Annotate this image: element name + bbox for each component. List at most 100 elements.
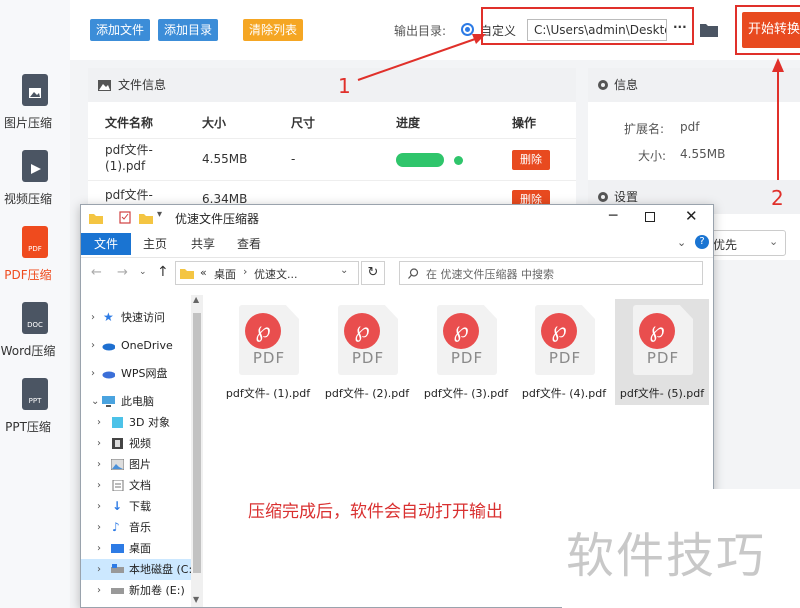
file-name: pdf文件- (4).pdf xyxy=(521,387,607,400)
up-icon[interactable]: ↑ xyxy=(157,264,169,280)
title-bar: ▾ 优速文件压缩器 ─ ✕ xyxy=(81,205,713,231)
search-placeholder: 在 优速文件压缩器 中搜索 xyxy=(426,268,554,281)
download-icon: ↓ xyxy=(112,499,123,513)
menu-share[interactable]: 共享 xyxy=(191,233,215,255)
nav-label: 本地磁盘 (C: xyxy=(129,563,193,576)
file-item[interactable]: ℘ PDF pdf文件- (5).pdf xyxy=(615,299,709,405)
file-name: pdf文件- (2).pdf xyxy=(324,387,410,400)
customize-toolbar-icon[interactable]: ▾ xyxy=(157,209,162,220)
nav-volume-e[interactable]: › 新加卷 (E:) xyxy=(81,580,191,601)
expand-chevron[interactable]: › xyxy=(97,517,101,538)
caption-text: 压缩完成后，软件会自动打开输出 xyxy=(248,502,503,522)
expand-chevron[interactable]: › xyxy=(97,580,101,601)
desktop-icon xyxy=(111,544,124,553)
nav-downloads[interactable]: › ↓ 下载 xyxy=(81,496,191,517)
annotation-number-2: 2 xyxy=(771,186,784,210)
expand-chevron[interactable]: ⌄ xyxy=(91,391,99,412)
address-bar[interactable]: « 桌面 › 优速文... ⌄ xyxy=(175,261,359,285)
pdf-logo-icon: ℘ xyxy=(344,313,380,349)
scroll-up-icon[interactable]: ▲ xyxy=(193,295,199,304)
search-icon xyxy=(408,268,419,279)
maximize-button[interactable] xyxy=(645,212,655,222)
pdf-label: PDF xyxy=(646,349,680,367)
expand-chevron[interactable]: › xyxy=(97,559,101,580)
nav-label: 视频 xyxy=(129,437,151,450)
chevron-down-icon[interactable]: ⌄ xyxy=(340,265,348,276)
star-icon: ★ xyxy=(103,310,114,324)
nav-onedrive[interactable]: › OneDrive xyxy=(81,335,191,356)
breadcrumb-separator: › xyxy=(243,265,248,278)
breadcrumb-folder[interactable]: 优速文... xyxy=(254,266,298,282)
expand-chevron[interactable]: › xyxy=(97,433,101,454)
new-folder-icon xyxy=(139,214,153,224)
scroll-down-icon[interactable]: ▼ xyxy=(193,595,199,604)
forward-icon[interactable]: → xyxy=(117,265,128,280)
file-item[interactable]: ℘ PDF pdf文件- (4).pdf xyxy=(517,299,611,405)
cube-icon xyxy=(112,417,123,428)
minimize-button[interactable]: ─ xyxy=(609,208,617,224)
ribbon-expand-icon[interactable]: ⌄ xyxy=(677,236,686,249)
drive-icon xyxy=(111,588,124,594)
nav-scrollbar[interactable]: ▲ ▼ xyxy=(191,295,203,607)
nav-music[interactable]: › ♪ 音乐 xyxy=(81,517,191,538)
menu-home[interactable]: 主页 xyxy=(143,233,167,255)
nav-this-pc[interactable]: ⌄ 此电脑 xyxy=(81,391,191,412)
expand-chevron[interactable]: › xyxy=(97,454,101,475)
nav-documents[interactable]: › 文档 xyxy=(81,475,191,496)
nav-desktop[interactable]: › 桌面 xyxy=(81,538,191,559)
expand-chevron[interactable]: › xyxy=(91,363,95,384)
nav-label: 音乐 xyxy=(129,521,151,534)
nav-3d-objects[interactable]: › 3D 对象 xyxy=(81,412,191,433)
wps-cloud-icon xyxy=(102,371,115,379)
refresh-button[interactable]: ↻ xyxy=(361,261,385,285)
search-input[interactable]: 在 优速文件压缩器 中搜索 xyxy=(399,261,703,285)
file-item[interactable]: ℘ PDF pdf文件- (3).pdf xyxy=(419,299,513,405)
expand-chevron[interactable]: › xyxy=(97,412,101,433)
nav-label: 此电脑 xyxy=(121,395,154,408)
expand-chevron[interactable]: › xyxy=(97,475,101,496)
nav-label: 快速访问 xyxy=(121,311,165,324)
watermark-text: 软件技巧 xyxy=(566,528,767,584)
nav-wps-drive[interactable]: › WPS网盘 xyxy=(81,363,191,384)
nav-pictures[interactable]: › 图片 xyxy=(81,454,191,475)
folder-icon xyxy=(180,269,194,279)
scrollbar-thumb[interactable] xyxy=(193,313,201,573)
expand-chevron[interactable]: › xyxy=(91,307,95,328)
file-item[interactable]: ℘ PDF pdf文件- (2).pdf xyxy=(320,299,414,405)
properties-icon xyxy=(119,211,131,224)
breadcrumb-overflow[interactable]: « xyxy=(200,266,207,279)
document-icon xyxy=(112,480,124,491)
folder-icon xyxy=(89,214,103,224)
drive-icon xyxy=(111,564,124,573)
pdf-label: PDF xyxy=(351,349,385,367)
nav-label: WPS网盘 xyxy=(121,367,168,380)
nav-label: 新加卷 (E:) xyxy=(129,584,185,597)
pdf-label: PDF xyxy=(548,349,582,367)
recent-dropdown-icon[interactable]: ⌄ xyxy=(139,267,147,277)
nav-videos[interactable]: › 视频 xyxy=(81,433,191,454)
navigation-pane: › ★ 快速访问 › OneDrive › WPS网盘 ⌄ 此电脑 › 3D 对… xyxy=(81,295,203,607)
menu-file[interactable]: 文件 xyxy=(81,233,131,255)
help-icon[interactable]: ? xyxy=(695,235,709,249)
expand-chevron[interactable]: › xyxy=(91,335,95,356)
pdf-logo-icon: ℘ xyxy=(639,313,675,349)
close-button[interactable]: ✕ xyxy=(685,207,698,225)
pdf-logo-icon: ℘ xyxy=(541,313,577,349)
expand-chevron[interactable]: › xyxy=(97,496,101,517)
nav-label: 3D 对象 xyxy=(129,416,170,429)
cloud-icon xyxy=(102,343,115,351)
nav-local-disk-c[interactable]: › 本地磁盘 (C: xyxy=(81,559,193,580)
window-title: 优速文件压缩器 xyxy=(175,212,260,226)
menu-view[interactable]: 查看 xyxy=(237,233,261,255)
back-icon[interactable]: ← xyxy=(91,265,102,280)
film-icon xyxy=(112,438,123,449)
pdf-logo-icon: ℘ xyxy=(443,313,479,349)
pdf-label: PDF xyxy=(252,349,286,367)
nav-label: OneDrive xyxy=(121,339,173,352)
breadcrumb-desktop[interactable]: 桌面 xyxy=(214,266,236,282)
file-item[interactable]: ℘ PDF pdf文件- (1).pdf xyxy=(221,299,315,405)
nav-quick-access[interactable]: › ★ 快速访问 xyxy=(81,307,191,328)
expand-chevron[interactable]: › xyxy=(97,538,101,559)
pdf-logo-icon: ℘ xyxy=(245,313,281,349)
nav-label: 下载 xyxy=(129,500,151,513)
